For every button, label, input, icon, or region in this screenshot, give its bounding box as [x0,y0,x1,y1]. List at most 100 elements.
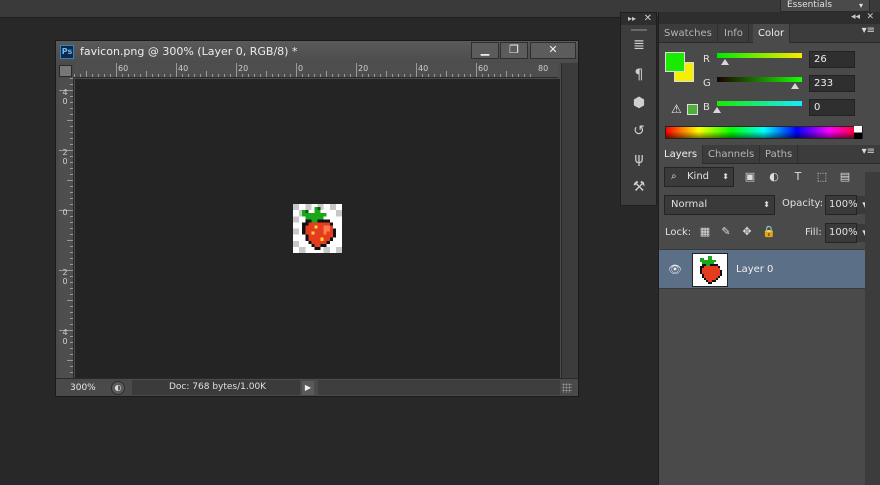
status-info-icon[interactable]: ◐ [111,381,125,395]
color-spectrum-bar[interactable] [665,126,863,139]
close-button[interactable]: ✕ [530,42,576,59]
opacity-field[interactable]: 100% [825,195,858,215]
green-slider[interactable] [717,77,802,89]
ruler-tick [470,74,471,77]
smart-object-filter-icon[interactable]: ▤ [836,168,854,186]
collapse-icon[interactable]: ◂◂ [851,12,860,22]
ruler-tick [74,74,75,77]
close-icon[interactable]: ✕ [866,12,874,22]
layers-scrollbar[interactable] [865,172,880,485]
lock-position-icon[interactable]: ✥ [738,223,756,241]
horizontal-scrollbar[interactable] [318,380,560,395]
ruler-tick [182,74,183,77]
blend-mode-select[interactable]: Normal ⬍ [664,195,775,215]
ruler-tick [70,174,73,175]
ruler-tick [67,360,73,361]
ruler-tick [70,342,73,343]
filter-kind-select[interactable]: ⌕ Kind ⬍ [664,167,734,187]
ruler-label: 4 0 [62,88,68,106]
blue-slider[interactable] [713,101,802,113]
red-label: R [703,54,710,65]
minimize-button[interactable]: ▁ [471,42,499,59]
tab-layers[interactable]: Layers [659,145,704,164]
lock-transparent-pixels-icon[interactable]: ▦ [696,223,714,241]
tab-paths[interactable]: Paths [760,145,799,164]
adjustment-layer-filter-icon[interactable]: ◐ [765,168,783,186]
ruler-tick [70,114,73,115]
ruler-tick [236,63,237,77]
ruler-tick [266,71,267,77]
close-icon[interactable]: ✕ [644,13,652,24]
black-white-swatch[interactable] [854,126,862,139]
type-layer-filter-icon[interactable]: T [789,168,807,186]
panel-menu-icon[interactable]: ▾≡ [862,146,875,157]
lock-all-icon[interactable]: 🔒 [760,223,778,241]
ruler-tick [70,324,73,325]
panel-menu-icon[interactable]: ▾≡ [862,25,875,36]
strip-header[interactable]: ▸▸ ✕ [621,13,656,25]
tab-color[interactable]: Color [753,24,791,43]
ruler-tick [70,84,73,85]
ruler-tick [158,74,159,77]
layer-row[interactable]: 👁 Layer 0 [659,249,865,289]
shape-layer-filter-icon[interactable]: ⬚ [813,168,831,186]
brush-presets-icon[interactable]: ψ [629,149,649,169]
ruler-tick [70,168,73,169]
tab-info[interactable]: Info [719,24,749,43]
layer-name: Layer 0 [736,264,774,275]
ruler-label: 0 [298,64,304,73]
fill-field[interactable]: 100% [825,223,858,243]
3d-icon[interactable]: ⬢ [629,93,649,113]
ruler-tick [476,63,477,77]
ruler-tick [70,366,73,367]
blue-slider-thumb[interactable] [713,107,721,113]
ruler-tick [70,228,73,229]
tab-swatches[interactable]: Swatches [659,24,718,43]
red-slider[interactable] [717,53,802,65]
out-of-gamut-warning-icon[interactable]: ⚠ [671,102,682,116]
tool-presets-icon[interactable]: ⚒ [629,177,649,197]
status-menu-arrow-icon[interactable]: ▶ [302,381,314,395]
history-icon[interactable]: ↺ [629,121,649,141]
blue-value-field[interactable]: 0 [809,99,855,116]
document-titlebar[interactable]: Ps favicon.png @ 300% (Layer 0, RGB/8) *… [56,41,578,63]
ruler-tick [70,132,73,133]
websafe-color-swatch[interactable] [687,104,698,115]
vertical-scrollbar[interactable] [561,63,578,378]
tab-channels[interactable]: Channels [703,145,761,164]
eye-icon[interactable]: 👁 [668,263,682,276]
horizontal-ruler[interactable]: 60 40 20 0 20 40 60 80 [74,63,558,78]
ruler-label: 40 [178,64,189,73]
red-value-field[interactable]: 26 [809,51,855,68]
blue-label: B [703,102,710,113]
green-slider-thumb[interactable] [791,83,799,89]
workspace-switcher[interactable]: Essentials ▾ [780,0,870,12]
red-slider-thumb[interactable] [721,59,729,65]
green-label: G [703,78,711,89]
canvas-area[interactable] [75,79,560,378]
blend-mode-label: Normal [671,199,708,210]
vertical-ruler[interactable]: 4 0 2 0 0 2 0 4 0 [59,78,74,378]
paragraph-icon[interactable]: ¶ [629,65,649,85]
photoshop-icon: Ps [60,45,74,59]
lock-image-pixels-icon[interactable]: ✎ [717,223,735,241]
green-value-field[interactable]: 233 [809,75,855,92]
character-styles-icon[interactable]: ≣ [629,35,649,55]
foreground-color-swatch[interactable] [665,52,685,72]
layers-panel-tabs: Layers Channels Paths ▾≡ [659,145,880,164]
ruler-tick [428,74,429,77]
zoom-field[interactable]: 300% [60,381,104,395]
ruler-tick [170,74,171,77]
panel-column-header[interactable]: ◂◂ ✕ [659,12,880,24]
pixel-layer-filter-icon[interactable]: ▣ [741,168,759,186]
ruler-tick [164,74,165,77]
strawberry-image[interactable] [293,204,342,253]
ruler-origin[interactable] [59,65,72,77]
expand-panels-icon[interactable]: ▸▸ [628,14,636,23]
grip-handle[interactable] [631,29,647,31]
resize-grip-icon[interactable] [562,383,572,393]
ruler-tick [70,258,73,259]
ruler-tick [70,96,73,97]
panel-dock-strip: ▸▸ ✕ ≣ ¶ ⬢ ↺ ψ ⚒ [620,12,657,206]
maximize-button[interactable]: ❐ [500,42,528,59]
